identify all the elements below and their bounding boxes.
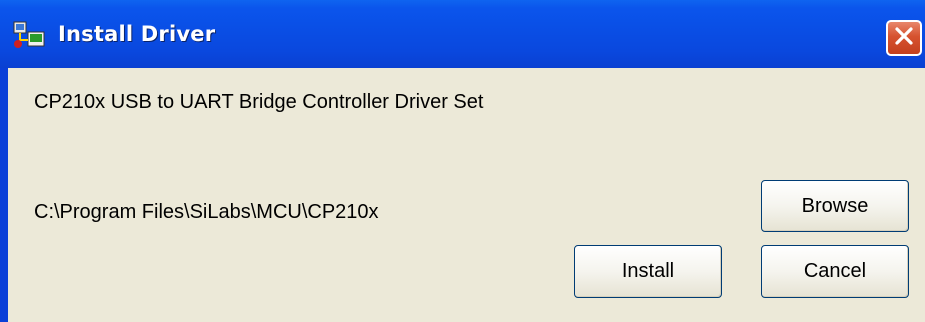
browse-button[interactable]: Browse [761, 180, 909, 232]
title-bar[interactable]: Install Driver [0, 0, 925, 68]
install-path: C:\Program Files\SiLabs\MCU\CP210x [34, 201, 379, 223]
driver-description: CP210x USB to UART Bridge Controller Dri… [34, 91, 484, 113]
install-button[interactable]: Install [574, 245, 722, 298]
install-driver-window: Install Driver CP210x USB to UART Bridge… [0, 0, 925, 322]
close-icon [893, 25, 915, 52]
close-button[interactable] [886, 20, 922, 56]
cancel-button[interactable]: Cancel [761, 245, 909, 298]
dialog-body: CP210x USB to UART Bridge Controller Dri… [8, 68, 925, 322]
install-driver-icon [12, 20, 48, 50]
window-title: Install Driver [58, 22, 216, 46]
